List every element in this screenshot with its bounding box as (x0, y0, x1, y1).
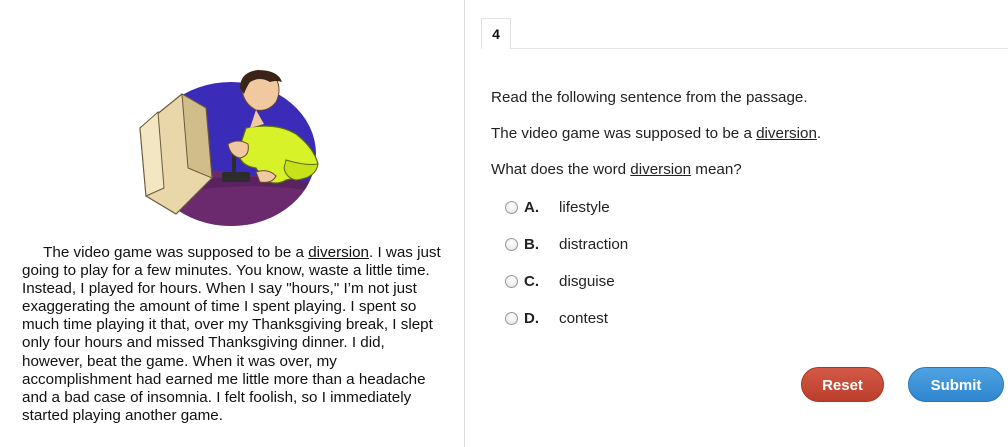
question-prompt-intro: Read the following sentence from the pas… (491, 89, 808, 106)
reset-button[interactable]: Reset (801, 367, 884, 402)
question-stem-start: What does the word (491, 161, 631, 178)
choice-c[interactable]: C. disguise (505, 271, 615, 291)
choice-c-text: disguise (559, 272, 615, 290)
choice-d-text: contest (559, 309, 608, 327)
question-stem: What does the word diversion mean? (491, 161, 742, 178)
quoted-sentence-word: diversion (756, 125, 817, 142)
choice-b-text: distraction (559, 235, 629, 253)
choice-d-letter: D. (524, 309, 539, 327)
passage-underlined-word: diversion (308, 244, 369, 261)
choice-b[interactable]: B. distraction (505, 234, 628, 254)
choice-a-letter: A. (524, 198, 539, 216)
reading-passage: The video game was supposed to be a dive… (22, 244, 442, 425)
submit-button[interactable]: Submit (908, 367, 1004, 402)
question-header-line (481, 48, 1008, 49)
choice-a-radio[interactable] (505, 200, 518, 214)
choice-a-text: lifestyle (559, 198, 610, 216)
person-playing-video-game-icon (139, 70, 319, 226)
passage-text-start: The video game was supposed to be a (43, 244, 309, 261)
question-stem-end: mean? (691, 161, 742, 178)
choice-b-letter: B. (524, 235, 539, 253)
quoted-sentence-start: The video game was supposed to be a (491, 125, 757, 142)
quoted-sentence-end: . (816, 125, 822, 142)
choice-d[interactable]: D. contest (505, 308, 608, 328)
choice-a[interactable]: A. lifestyle (505, 197, 610, 217)
question-stem-word: diversion (630, 161, 692, 178)
passage-pane: The video game was supposed to be a dive… (0, 0, 464, 447)
passage-text-rest: . I was just going to play for a few min… (22, 244, 441, 424)
choice-b-radio[interactable] (505, 237, 518, 251)
choice-c-letter: C. (524, 272, 539, 290)
choice-d-radio[interactable] (505, 311, 518, 325)
question-number: 4 (481, 18, 511, 49)
question-quoted-sentence: The video game was supposed to be a dive… (491, 125, 821, 142)
question-pane: 4 Read the following sentence from the p… (465, 0, 1008, 447)
choice-c-radio[interactable] (505, 274, 518, 288)
